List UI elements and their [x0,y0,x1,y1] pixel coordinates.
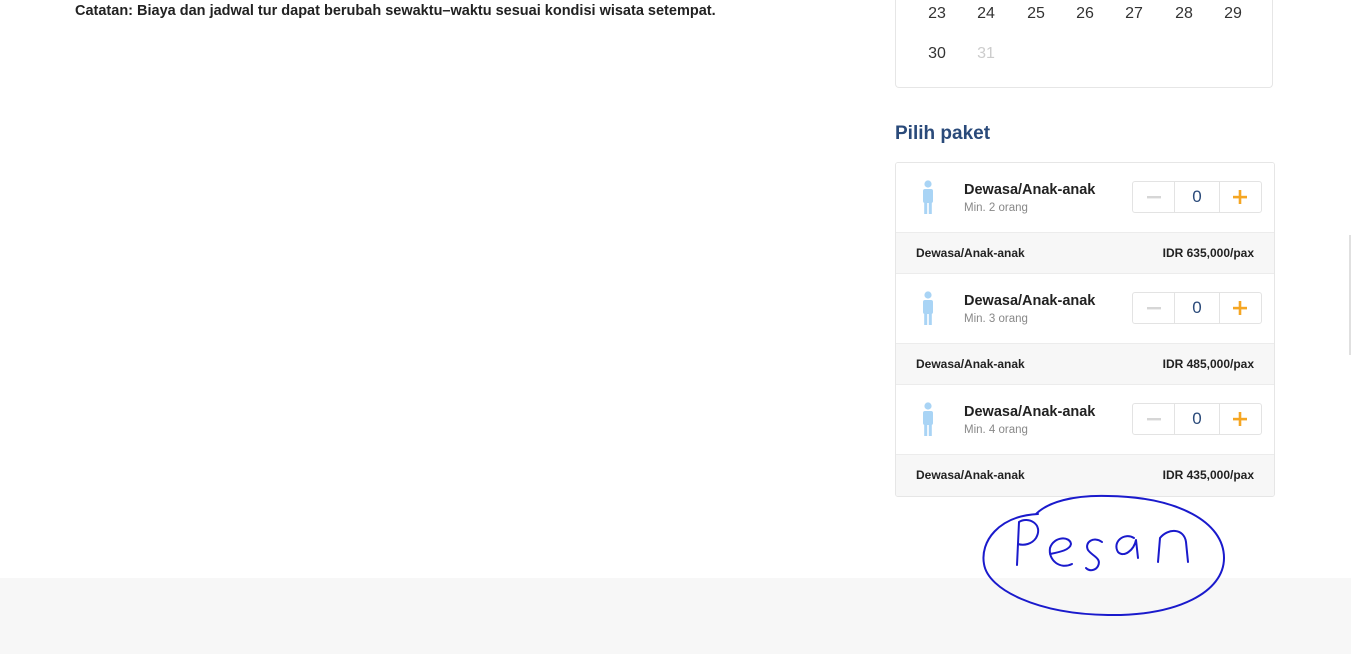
calendar-day[interactable]: 24 [966,5,1006,23]
quantity-stepper: 0 [1132,181,1262,213]
calendar-day[interactable]: 25 [1016,5,1056,23]
price-label: Dewasa/Anak-anak [916,357,1025,371]
quantity-value[interactable]: 0 [1174,182,1220,212]
price-value: IDR 635,000/pax [1162,246,1254,260]
calendar-day[interactable]: 27 [1114,5,1154,23]
minus-icon [1146,307,1161,310]
package-name: Dewasa/Anak-anak [964,182,1096,198]
decrease-button[interactable] [1133,404,1174,434]
choose-package-title: Pilih paket [895,123,991,144]
quantity-value[interactable]: 0 [1174,404,1220,434]
person-icon [923,180,933,214]
package-item: Dewasa/Anak-anak Min. 2 orang 0 [896,163,1274,232]
quantity-stepper: 0 [1132,292,1262,324]
package-minimum: Min. 4 orang [964,424,1028,436]
package-price-row: Dewasa/Anak-anak IDR 635,000/pax [896,232,1274,274]
price-label: Dewasa/Anak-anak [916,246,1025,260]
package-name: Dewasa/Anak-anak [964,293,1096,309]
package-minimum: Min. 2 orang [964,202,1028,214]
price-value: IDR 485,000/pax [1162,357,1254,371]
minus-icon [1146,196,1161,199]
increase-button[interactable] [1220,182,1261,212]
calendar-day-disabled: 31 [977,45,995,62]
package-price-row: Dewasa/Anak-anak IDR 435,000/pax [896,454,1274,496]
tour-note: Catatan: Biaya dan jadwal tur dapat beru… [75,3,716,19]
quantity-value[interactable]: 0 [1174,293,1220,323]
quantity-stepper: 0 [1132,403,1262,435]
plus-icon [1233,412,1248,426]
handwritten-circle-annotation [982,494,1225,617]
price-value: IDR 435,000/pax [1162,468,1254,482]
package-minimum: Min. 3 orang [964,313,1028,325]
calendar-day[interactable]: 29 [1213,5,1253,23]
package-list: Dewasa/Anak-anak Min. 2 orang 0 Dewasa/A… [895,162,1275,497]
minus-icon [1146,418,1161,421]
person-icon [923,402,933,436]
calendar-day[interactable]: 28 [1164,5,1204,23]
package-item: Dewasa/Anak-anak Min. 3 orang 0 [896,274,1274,343]
calendar-day[interactable]: 26 [1065,5,1105,23]
person-icon [923,291,933,325]
calendar-day[interactable]: 30 [917,45,957,63]
package-price-row: Dewasa/Anak-anak IDR 485,000/pax [896,343,1274,385]
plus-icon [1233,301,1248,315]
calendar-day[interactable]: 23 [917,5,957,23]
package-item: Dewasa/Anak-anak Min. 4 orang 0 [896,385,1274,454]
decrease-button[interactable] [1133,182,1174,212]
decrease-button[interactable] [1133,293,1174,323]
calendar: 23 24 25 26 27 28 29 30 31 [895,0,1273,88]
plus-icon [1233,190,1248,204]
price-label: Dewasa/Anak-anak [916,468,1025,482]
increase-button[interactable] [1220,293,1261,323]
package-name: Dewasa/Anak-anak [964,404,1096,420]
increase-button[interactable] [1220,404,1261,434]
